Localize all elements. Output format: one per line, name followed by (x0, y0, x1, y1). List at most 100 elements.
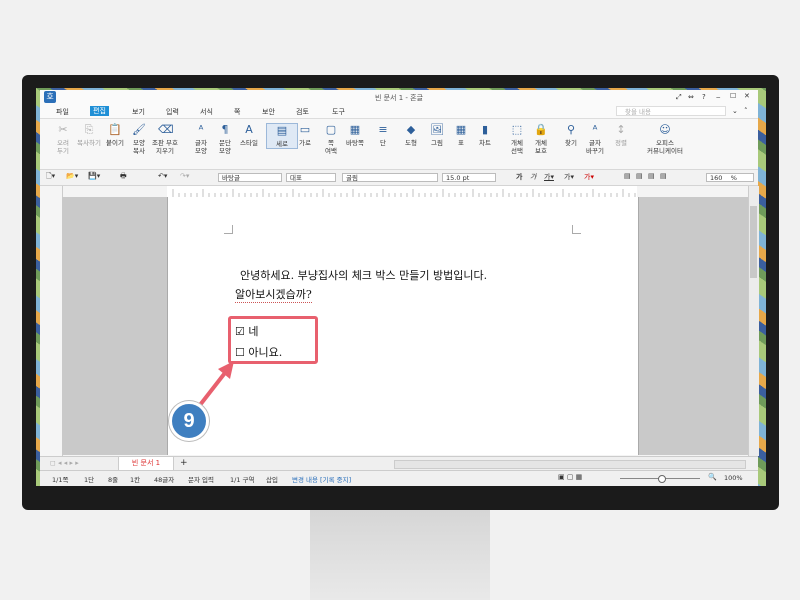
save-icon[interactable]: 💾▾ (88, 172, 100, 180)
bold-icon[interactable]: 가 (516, 172, 522, 182)
tab-active[interactable]: 빈 문서 1 (118, 457, 174, 471)
title-bar: 호 빈 문서 1 - 혼글 ⤢ ⇔ ? ‒ ☐ ✕ (40, 90, 758, 104)
style-select[interactable]: 바탕글 (218, 173, 282, 182)
font-size-unit: pt (462, 174, 470, 182)
ribbon-button-21[interactable]: ↕ 정렬 (606, 123, 636, 147)
print-icon[interactable]: 🖶 (120, 172, 127, 183)
ribbon-label-7: 스타일 (240, 139, 258, 147)
font-size-value: 15.0 (446, 174, 461, 182)
menu-6[interactable]: 보안 (262, 107, 275, 117)
align-left-icon[interactable]: ▤ (636, 172, 643, 180)
strike-icon[interactable]: 가▾ (564, 172, 574, 182)
search-box[interactable]: 찾을 내용 (616, 106, 726, 116)
status-item-7: 삽입 (266, 476, 278, 484)
help-icon[interactable]: ? (702, 93, 706, 101)
undo-icon[interactable]: ↶▾ (158, 172, 167, 180)
status-item-2: 8줄 (108, 476, 119, 484)
ribbon-label-12: 단 (380, 139, 386, 147)
char-shape-icon: ᴬ (198, 123, 204, 136)
para-shape-icon: ¶ (221, 123, 229, 136)
zoom-slider-thumb[interactable] (658, 475, 666, 483)
menu-8[interactable]: 도구 (332, 107, 345, 117)
ribbon-toolbar: ✂ 오려 두기 ⎘ 복사하기 📋 붙이기 🖌 모양 복사 ⌫ 조판 부호 지우기 ᴬ 글자 모양 ¶ 문단… (40, 119, 758, 170)
ribbon-button-4[interactable]: ⌫ 조판 부호 지우기 (150, 123, 180, 155)
menu-0[interactable]: 파일 (56, 107, 69, 117)
communicator-icon: ☺ (659, 123, 671, 136)
close-button[interactable]: ✕ (744, 92, 750, 100)
italic-icon[interactable]: 가 (530, 172, 536, 182)
pin-icon[interactable]: ⇔ (688, 93, 694, 101)
font-value: 굴림 (346, 174, 358, 182)
underline-icon[interactable]: 가▾ (544, 172, 554, 182)
scroll-thumb[interactable] (750, 206, 757, 278)
menu-3[interactable]: 입력 (166, 107, 179, 117)
ribbon-button-11[interactable]: ▦ 바탕쪽 (340, 123, 370, 147)
zoom-magnifier-icon[interactable]: 🔍 (708, 473, 717, 481)
status-item-8: 변경 내용 [기록 중지] (292, 476, 352, 484)
lang-select[interactable]: 대표 (286, 173, 336, 182)
horizontal-scrollbar[interactable] (394, 460, 746, 469)
format-painter-icon: 🖌 (132, 123, 146, 136)
ribbon-button-22[interactable]: ☺ 오피스 커뮤니케이터 (640, 123, 690, 155)
ribbon-button-12[interactable]: ≡ 단 (368, 123, 398, 147)
doc-line-1[interactable]: 안녕하세요. 부냥집사의 체크 박스 만들기 방법입니다. (240, 267, 487, 283)
copy-icon: ⎘ (84, 123, 94, 136)
menu-1[interactable]: 편집 (90, 106, 109, 116)
font-select[interactable]: 굴림 (342, 173, 438, 182)
search-chevron-icon[interactable]: ⌄ (732, 107, 738, 115)
status-item-4: 48글자 (154, 476, 175, 484)
status-item-1: 1단 (84, 476, 95, 484)
open-icon[interactable]: 📂▾ (66, 172, 78, 180)
ribbon-label-18: 개체 보호 (535, 139, 547, 155)
new-doc-icon[interactable]: 🗋▾ (46, 172, 55, 183)
scissors-icon: ✂ (58, 123, 68, 136)
ribbon-label-11: 바탕쪽 (346, 139, 364, 147)
ribbon-label-16: 차트 (479, 139, 491, 147)
menu-2[interactable]: 보기 (132, 107, 145, 117)
view-mode-icons[interactable]: ▣ ▢ ▦ (558, 473, 582, 481)
zoom-select[interactable]: 160 % (706, 173, 754, 182)
align-justify-icon[interactable]: ▤ (624, 172, 631, 180)
page-corner-tl (224, 225, 233, 234)
menu-5[interactable]: 쪽 (234, 107, 240, 117)
ruler-ticks (172, 189, 636, 197)
font-color-icon[interactable]: 가▾ (584, 172, 594, 182)
format-toolbar: 🗋▾ 📂▾ 💾▾ 🖶 ↶▾ ↷▾ 바탕글 대표 굴림 15.0 pt 가 가 가… (40, 170, 758, 186)
tab-nav-icons[interactable]: ◻ ◂ ◂ ▸ ▸ (50, 459, 79, 467)
status-item-3: 1칸 (130, 476, 141, 484)
maximize-button[interactable]: ☐ (730, 92, 736, 100)
redo-icon[interactable]: ↷▾ (180, 172, 189, 180)
picture-icon: 🖼 (430, 123, 444, 136)
paste-icon: 📋 (108, 123, 122, 136)
replace-icon: ᴬ (592, 123, 598, 136)
align-right-icon[interactable]: ▤ (660, 172, 667, 180)
vertical-ruler (40, 186, 63, 456)
margin-icon: ▢ (325, 123, 337, 136)
menu-7[interactable]: 검토 (296, 107, 309, 117)
ribbon-button-16[interactable]: ▮ 차트 (470, 123, 500, 147)
ribbon-button-7[interactable]: A 스타일 (234, 123, 264, 147)
protect-object-icon: 🔒 (534, 123, 548, 136)
minimize-button[interactable]: ‒ (716, 93, 720, 101)
ribbon-button-18[interactable]: 🔒 개체 보호 (526, 123, 556, 155)
status-bar: 1/1쪽 1단 8줄 1칸 48글자 문자 입력 1/1 구역 삽입 변경 내용 [기록 중지]… (40, 470, 758, 486)
status-item-0: 1/1쪽 (52, 476, 69, 484)
style-icon: A (245, 123, 253, 136)
ribbon-collapse-icon[interactable]: ˄ (744, 107, 748, 115)
step-marker: 9 (169, 401, 209, 441)
zoom-slider[interactable] (620, 475, 700, 483)
doc-line-2[interactable]: 알아보시겠습까? (235, 286, 312, 303)
monitor-stand (310, 510, 490, 600)
align-center-icon[interactable]: ▤ (648, 172, 655, 180)
portrait-icon: ▤ (276, 124, 288, 137)
vertical-scrollbar[interactable] (748, 186, 759, 456)
font-size-input[interactable]: 15.0 pt (442, 173, 496, 182)
master-page-icon: ▦ (349, 123, 361, 136)
sort-icon: ↕ (616, 123, 626, 136)
add-tab-button[interactable]: + (180, 458, 188, 468)
hwp-window: 호 빈 문서 1 - 혼글 ⤢ ⇔ ? ‒ ☐ ✕ 파일 편집 보기 입력 서식 쪽 보안 검… (40, 90, 759, 486)
menu-4[interactable]: 서식 (200, 107, 213, 117)
shape-icon: ◆ (406, 123, 416, 136)
status-zoom: 100% (724, 474, 743, 482)
fullscreen-icon[interactable]: ⤢ (676, 93, 682, 102)
